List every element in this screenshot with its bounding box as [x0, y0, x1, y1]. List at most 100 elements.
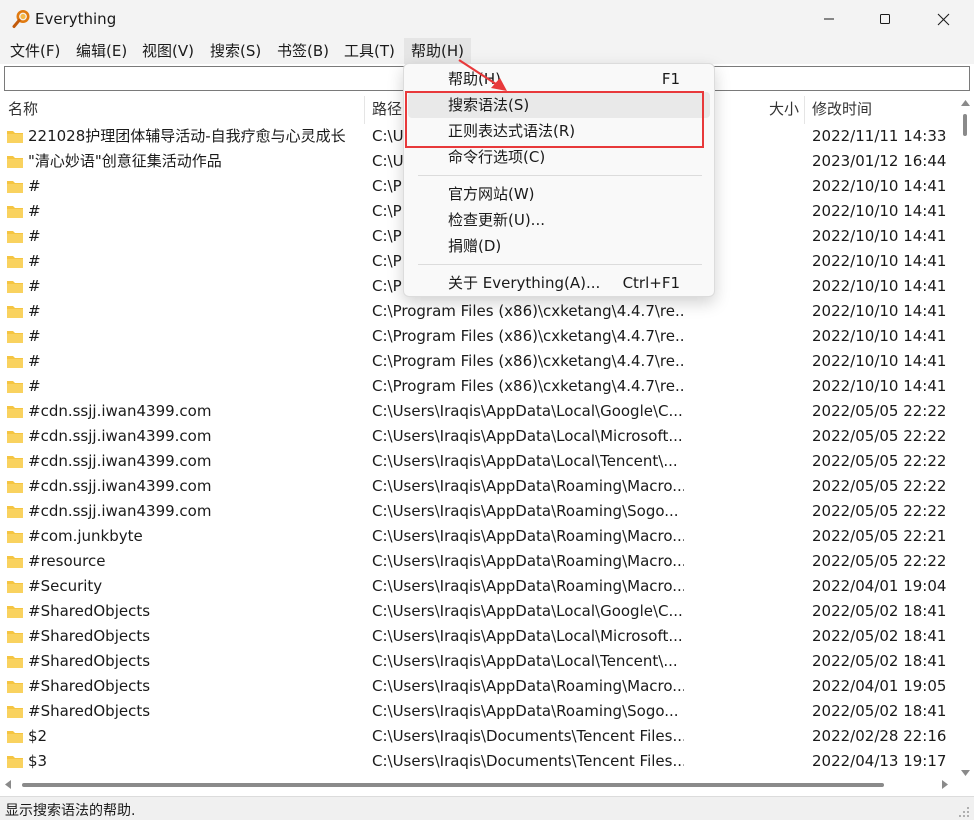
folder-icon: [7, 706, 23, 718]
menu-search[interactable]: 搜索(S): [210, 38, 261, 64]
row-modified-date: 2022/10/10 14:41: [812, 227, 947, 245]
row-name: #: [28, 302, 41, 320]
row-name: #: [28, 252, 41, 270]
row-path: C:\Users\Iraqis\AppData\Roaming\Sogo...: [372, 502, 679, 520]
vertical-scrollbar[interactable]: [956, 96, 974, 776]
scroll-up-arrow-icon[interactable]: [961, 100, 970, 106]
row-name: #cdn.ssjj.iwan4399.com: [28, 452, 212, 470]
table-row[interactable]: #SharedObjects C:\Users\Iraqis\AppData\Lo…: [0, 599, 956, 624]
column-divider[interactable]: [804, 96, 805, 124]
table-row[interactable]: # C:\Program Files (x86)\cxketang\4.4.7\r…: [0, 374, 956, 399]
row-name: 221028护理团体辅导活动-自我疗愈与心灵成长: [28, 127, 346, 145]
table-row[interactable]: #SharedObjects C:\Users\Iraqis\AppData\Ro…: [0, 699, 956, 724]
table-row[interactable]: # C:\Program Files (x86)\cxketang\4.4.7\r…: [0, 349, 956, 374]
close-button[interactable]: [914, 0, 972, 38]
table-row[interactable]: #resource C:\Users\Iraqis\AppData\Roaming…: [0, 549, 956, 574]
menu-edit[interactable]: 编辑(E): [76, 38, 127, 64]
menu-item-label: 关于 Everything(A)...: [448, 274, 601, 292]
folder-icon: [7, 156, 23, 168]
table-row[interactable]: $2 C:\Users\Iraqis\Documents\Tencent File…: [0, 724, 956, 749]
column-header-name[interactable]: 名称: [8, 96, 38, 122]
folder-icon: [7, 681, 23, 693]
minimize-button[interactable]: [800, 0, 858, 38]
folder-icon: [7, 306, 23, 318]
row-path: C:\Program Files (x86)\cxketang\4.4.7\re…: [372, 327, 684, 345]
row-path: C:\Users\Iraqis\Documents\Tencent Files.…: [372, 752, 684, 770]
table-row[interactable]: #SharedObjects C:\Users\Iraqis\AppData\Lo…: [0, 649, 956, 674]
row-name: #: [28, 277, 41, 295]
row-path: C:\Users\Iraqis\AppData\Local\Microsoft.…: [372, 627, 683, 645]
row-modified-date: 2022/05/05 22:22: [812, 477, 947, 495]
annotation-arrow-icon: [458, 59, 507, 91]
row-name: #com.junkbyte: [28, 527, 143, 545]
row-modified-date: 2022/05/05 22:22: [812, 402, 947, 420]
menu-item-official-website[interactable]: 官方网站(W): [408, 181, 710, 207]
menu-view[interactable]: 视图(V): [142, 38, 194, 64]
table-row[interactable]: #cdn.ssjj.iwan4399.com C:\Users\Iraqis\Ap…: [0, 424, 956, 449]
column-divider[interactable]: [364, 96, 365, 124]
horizontal-scroll-thumb[interactable]: [22, 783, 884, 787]
row-name: #SharedObjects: [28, 627, 151, 645]
row-path: C:\Users\Iraqis\AppData\Local\Tencent\..…: [372, 652, 678, 670]
table-row[interactable]: # C:\Program Files (x86)\cxketang\4.4.7\r…: [0, 299, 956, 324]
row-modified-date: 2022/05/05 22:21: [812, 527, 947, 545]
row-path: C:\Users\Iraqis\AppData\Local\Tencent\..…: [372, 452, 678, 470]
row-path: C:\Users\Iraqis\AppData\Local\Google\C..…: [372, 602, 683, 620]
menu-item-donate[interactable]: 捐赠(D): [408, 233, 710, 259]
row-modified-date: 2022/04/01 19:04: [812, 577, 947, 595]
menu-item-check-updates[interactable]: 检查更新(U)...: [408, 207, 710, 233]
row-name: #cdn.ssjj.iwan4399.com: [28, 427, 212, 445]
close-icon: [937, 13, 949, 25]
folder-icon: [7, 331, 23, 343]
table-row[interactable]: #cdn.ssjj.iwan4399.com C:\Users\Iraqis\Ap…: [0, 449, 956, 474]
folder-icon: [7, 256, 23, 268]
folder-icon: [7, 381, 23, 393]
row-modified-date: 2022/05/05 22:22: [812, 502, 947, 520]
row-modified-date: 2022/04/01 19:05: [812, 677, 947, 695]
table-row[interactable]: #cdn.ssjj.iwan4399.com C:\Users\Iraqis\Ap…: [0, 474, 956, 499]
scroll-left-arrow-icon[interactable]: [5, 780, 11, 789]
row-name: #cdn.ssjj.iwan4399.com: [28, 502, 212, 520]
row-path: C:\Users\Iraqis\AppData\Local\Google\C..…: [372, 402, 683, 420]
table-row[interactable]: #SharedObjects C:\Users\Iraqis\AppData\Lo…: [0, 624, 956, 649]
menu-item-help[interactable]: 帮助(H) F1: [408, 66, 710, 92]
table-row[interactable]: $3 C:\Users\Iraqis\Documents\Tencent File…: [0, 749, 956, 774]
table-row[interactable]: #Security C:\Users\Iraqis\AppData\Roaming…: [0, 574, 956, 599]
row-name: #: [28, 327, 41, 345]
folder-icon: [7, 406, 23, 418]
scroll-right-arrow-icon[interactable]: [942, 780, 948, 789]
menu-item-label: 检查更新(U)...: [448, 211, 545, 229]
table-row[interactable]: #SharedObjects C:\Users\Iraqis\AppData\Ro…: [0, 674, 956, 699]
menu-item-label: 捐赠(D): [448, 237, 502, 255]
everything-logo-icon: [12, 10, 30, 28]
folder-icon: [7, 481, 23, 493]
row-path: C:\Users\Iraqis\AppData\Roaming\Macro...: [372, 477, 684, 495]
menu-bookmarks[interactable]: 书签(B): [277, 38, 329, 64]
column-header-modified[interactable]: 修改时间: [812, 96, 872, 122]
menu-tools[interactable]: 工具(T): [344, 38, 395, 64]
column-header-size[interactable]: 大小: [769, 96, 799, 122]
table-row[interactable]: #cdn.ssjj.iwan4399.com C:\Users\Iraqis\Ap…: [0, 399, 956, 424]
folder-icon: [7, 656, 23, 668]
row-name: "清心妙语"创意征集活动作品: [28, 152, 222, 170]
menu-file[interactable]: 文件(F): [10, 38, 60, 64]
table-row[interactable]: #cdn.ssjj.iwan4399.com C:\Users\Iraqis\Ap…: [0, 499, 956, 524]
menu-item-about[interactable]: 关于 Everything(A)... Ctrl+F1: [408, 270, 710, 296]
resize-grip-icon[interactable]: [958, 806, 970, 818]
vertical-scroll-thumb[interactable]: [963, 114, 967, 136]
table-row[interactable]: #com.junkbyte C:\Users\Iraqis\AppData\Roa…: [0, 524, 956, 549]
column-header-path[interactable]: 路径: [372, 96, 402, 122]
row-name: #: [28, 202, 41, 220]
folder-icon: [7, 456, 23, 468]
row-name: #: [28, 177, 41, 195]
maximize-button[interactable]: [856, 0, 914, 38]
table-row[interactable]: # C:\Program Files (x86)\cxketang\4.4.7\r…: [0, 324, 956, 349]
status-bar: 显示搜索语法的帮助.: [0, 796, 974, 820]
row-modified-date: 2022/02/28 22:16: [812, 727, 947, 745]
row-modified-date: 2022/10/10 14:41: [812, 352, 947, 370]
row-modified-date: 2022/05/02 18:41: [812, 652, 947, 670]
row-modified-date: 2022/04/13 19:17: [812, 752, 947, 770]
folder-icon: [7, 631, 23, 643]
scroll-down-arrow-icon[interactable]: [961, 770, 970, 776]
status-text: 显示搜索语法的帮助.: [5, 803, 136, 819]
